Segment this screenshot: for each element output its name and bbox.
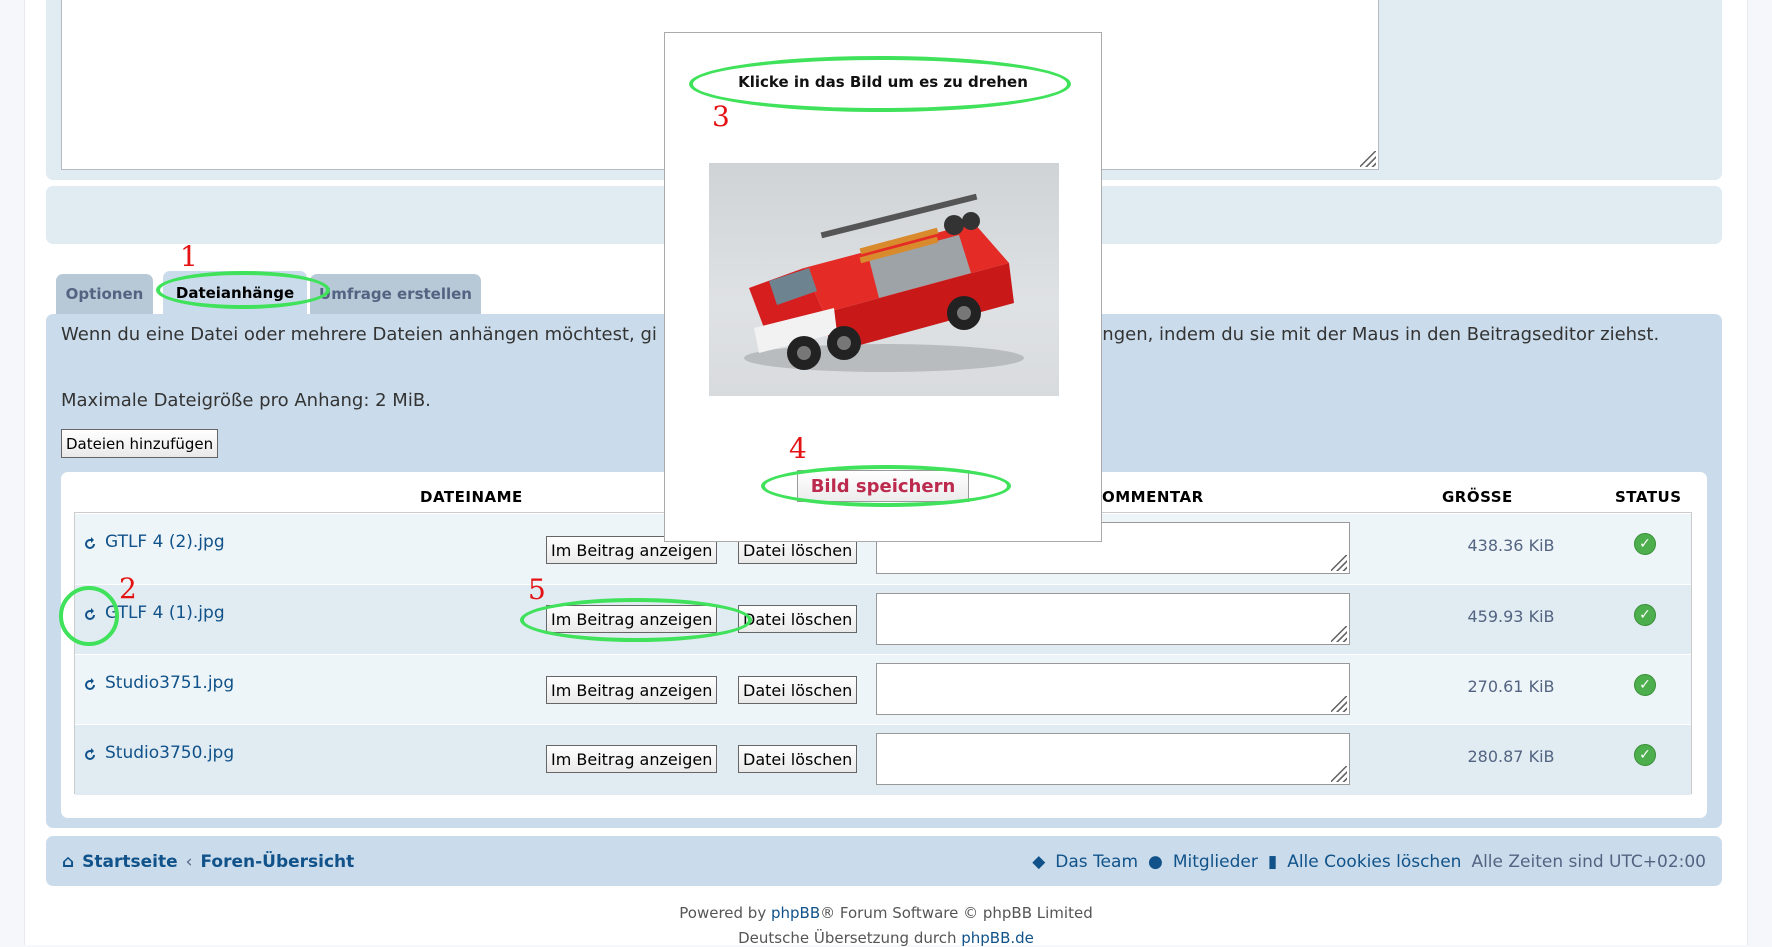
annotation-number-5: 5 bbox=[528, 573, 546, 606]
phpbb-link[interactable]: phpBB bbox=[771, 904, 820, 922]
tab-options[interactable]: Optionen bbox=[56, 274, 153, 314]
users-icon: ● bbox=[1148, 852, 1163, 872]
column-header-filename: DATEINAME bbox=[420, 488, 523, 506]
team-link[interactable]: Das Team bbox=[1055, 852, 1138, 872]
attachment-comment-field[interactable] bbox=[876, 593, 1350, 645]
rotate-icon[interactable] bbox=[83, 537, 97, 551]
status-ok-icon: ✓ bbox=[1634, 674, 1656, 696]
delete-file-button[interactable]: Datei löschen bbox=[738, 745, 858, 773]
delete-cookies-link[interactable]: Alle Cookies löschen bbox=[1287, 852, 1461, 872]
status-ok-icon: ✓ bbox=[1634, 744, 1656, 766]
table-row: Studio3751.jpg Im Beitrag anzeigen Datei… bbox=[75, 654, 1691, 725]
powered-by-line: Powered by phpBB® Forum Software © phpBB… bbox=[0, 904, 1772, 922]
annotation-number-1: 1 bbox=[180, 240, 198, 273]
column-header-size: GRÖSSE bbox=[1442, 488, 1513, 506]
status-ok-icon: ✓ bbox=[1634, 604, 1656, 626]
attachment-preview-image[interactable] bbox=[709, 163, 1059, 396]
column-header-comment: OMMENTAR bbox=[1102, 488, 1204, 506]
rotate-icon[interactable] bbox=[83, 678, 97, 692]
annotation-number-4: 4 bbox=[789, 432, 807, 465]
delete-file-button[interactable]: Datei löschen bbox=[738, 676, 858, 704]
resize-grip-icon[interactable] bbox=[1360, 151, 1376, 167]
breadcrumb-forum-index-link[interactable]: Foren-Übersicht bbox=[200, 852, 354, 872]
breadcrumb: ⌂ Startseite ‹ Foren-Übersicht bbox=[62, 852, 354, 872]
trash-icon: ▮ bbox=[1267, 852, 1278, 872]
resize-grip-icon[interactable] bbox=[1331, 766, 1347, 782]
attachment-filename[interactable]: Studio3751.jpg bbox=[105, 673, 234, 693]
show-in-post-button[interactable]: Im Beitrag anzeigen bbox=[546, 745, 718, 773]
annotation-highlight-5 bbox=[520, 598, 752, 642]
attachment-comment-field[interactable] bbox=[876, 663, 1350, 715]
members-link[interactable]: Mitglieder bbox=[1173, 852, 1258, 872]
annotation-number-3: 3 bbox=[712, 100, 730, 133]
powered-by-suffix: ® Forum Software © phpBB Limited bbox=[820, 904, 1093, 922]
attachment-filename[interactable]: GTLF 4 (2).jpg bbox=[105, 532, 225, 552]
translation-line: Deutsche Übersetzung durch phpBB.de bbox=[0, 929, 1772, 947]
max-file-size: Maximale Dateigröße pro Anhang: 2 MiB. bbox=[61, 390, 431, 411]
breadcrumb-separator: ‹ bbox=[185, 852, 193, 872]
attachment-size: 280.87 KiB bbox=[1467, 747, 1555, 766]
annotation-highlight-4 bbox=[761, 465, 1011, 507]
rotate-icon[interactable] bbox=[83, 748, 97, 762]
annotation-number-2: 2 bbox=[119, 572, 137, 605]
resize-grip-icon[interactable] bbox=[1331, 696, 1347, 712]
shield-icon: ◆ bbox=[1032, 852, 1046, 872]
delete-file-button[interactable]: Datei löschen bbox=[738, 605, 858, 633]
fire-truck-illustration bbox=[744, 193, 1024, 372]
resize-grip-icon[interactable] bbox=[1331, 555, 1347, 571]
breadcrumb-home-link[interactable]: Startseite bbox=[82, 852, 177, 872]
tab-create-poll[interactable]: Umfrage erstellen bbox=[310, 274, 481, 314]
footer-links: ◆ Das Team ● Mitglieder ▮ Alle Cookies l… bbox=[1032, 852, 1706, 872]
attachment-comment-field[interactable] bbox=[876, 733, 1350, 785]
add-files-button[interactable]: Dateien hinzufügen bbox=[61, 429, 219, 458]
attachment-size: 459.93 KiB bbox=[1467, 607, 1555, 626]
powered-by-text: Powered by bbox=[679, 904, 771, 922]
home-icon: ⌂ bbox=[62, 852, 75, 872]
attachment-size: 270.61 KiB bbox=[1467, 677, 1555, 696]
table-row: Studio3750.jpg Im Beitrag anzeigen Datei… bbox=[75, 724, 1691, 795]
table-row: GTLF 4 (1).jpg Im Beitrag anzeigen Datei… bbox=[75, 584, 1691, 655]
attachment-filename[interactable]: GTLF 4 (1).jpg bbox=[105, 603, 225, 623]
status-ok-icon: ✓ bbox=[1634, 533, 1656, 555]
timezone-info: Alle Zeiten sind UTC+02:00 bbox=[1471, 852, 1706, 872]
resize-grip-icon[interactable] bbox=[1331, 626, 1347, 642]
annotation-highlight-3 bbox=[689, 56, 1071, 112]
annotation-highlight-1 bbox=[156, 271, 330, 309]
translation-text: Deutsche Übersetzung durch bbox=[738, 929, 962, 947]
attachment-filename[interactable]: Studio3750.jpg bbox=[105, 743, 234, 763]
column-header-status: STATUS bbox=[1615, 488, 1682, 506]
phpbb-de-link[interactable]: phpBB.de bbox=[961, 929, 1034, 947]
show-in-post-button[interactable]: Im Beitrag anzeigen bbox=[546, 676, 718, 704]
attachment-size: 438.36 KiB bbox=[1467, 536, 1555, 555]
annotation-highlight-2 bbox=[59, 586, 119, 646]
